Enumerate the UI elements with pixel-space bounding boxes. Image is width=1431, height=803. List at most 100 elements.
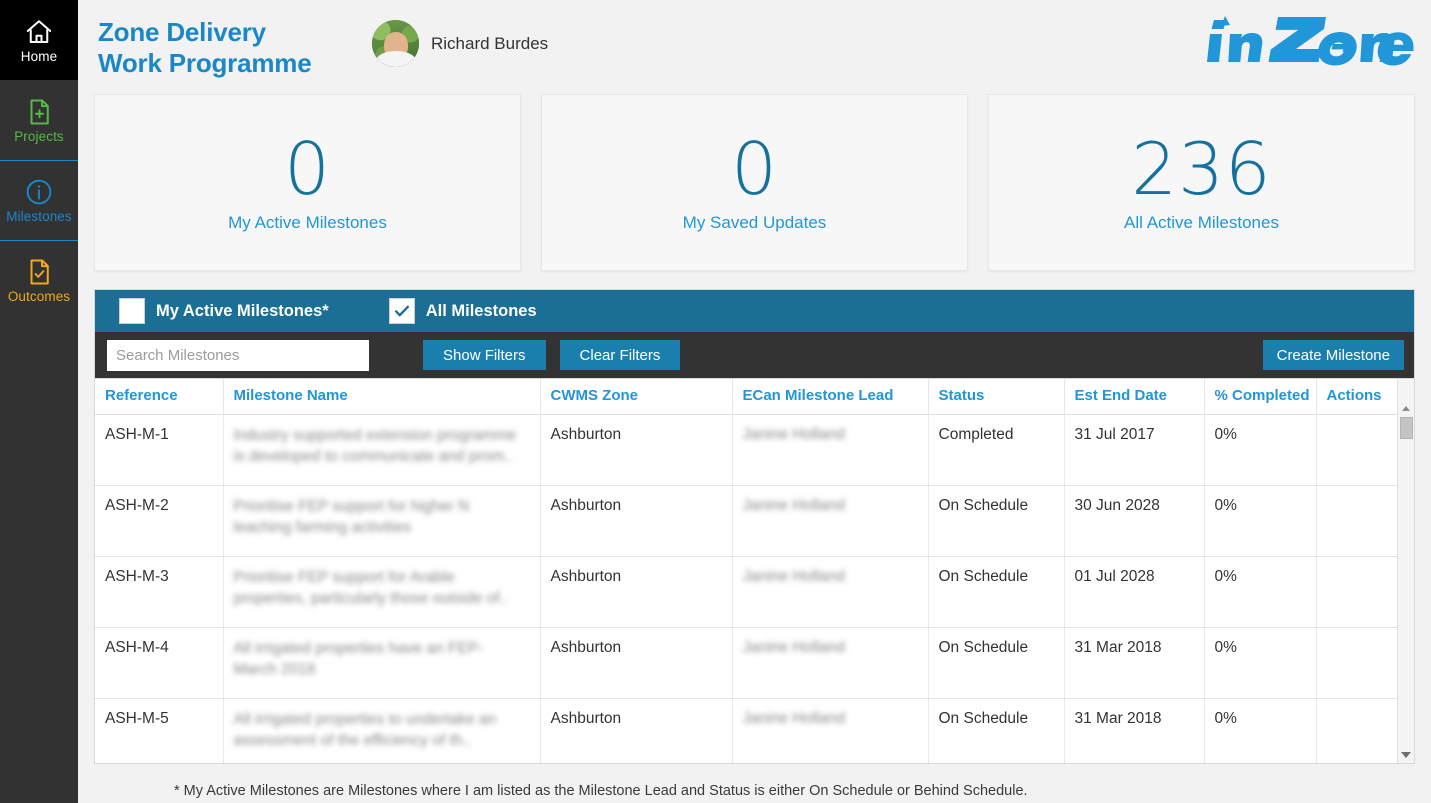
cell-est-end-date: 31 Jul 2017: [1064, 414, 1205, 486]
cell-status: On Schedule: [928, 698, 1065, 763]
cell-ecan-milestone-lead: Janine Holland: [732, 627, 929, 699]
inzone-logo: [1200, 12, 1415, 74]
cell-status: Completed: [928, 414, 1065, 486]
search-input[interactable]: [107, 339, 369, 371]
cell-reference: ASH-M-1: [95, 414, 224, 486]
scroll-up-arrow-icon[interactable]: [1398, 401, 1414, 416]
all-milestones-checkbox[interactable]: [388, 298, 415, 324]
cell-percent-completed: 0%: [1204, 556, 1317, 628]
stat-cards: 0 My Active Milestones 0 My Saved Update…: [78, 94, 1431, 271]
info-circle-icon: [24, 177, 54, 207]
cell-cwms-zone: Ashburton: [540, 414, 733, 486]
filter-action-bar: Show Filters Clear Filters Create Milest…: [95, 332, 1414, 378]
user-name: Richard Burdes: [431, 33, 549, 53]
cell-percent-completed: 0%: [1204, 698, 1317, 763]
cell-milestone-name: All irrigated properties to undertake an…: [223, 698, 541, 763]
stat-label: My Saved Updates: [682, 212, 827, 232]
my-active-milestones-checkbox[interactable]: [119, 298, 145, 324]
stat-value: 0: [284, 126, 331, 211]
sidebar-item-home[interactable]: Home: [0, 0, 78, 80]
milestones-panel: My Active Milestones* All Milestones Sho…: [94, 289, 1415, 764]
stat-card-my-active-milestones[interactable]: 0 My Active Milestones: [94, 94, 521, 271]
filter-my-active-milestones[interactable]: My Active Milestones*: [119, 298, 329, 324]
sidebar-item-label-projects: Projects: [14, 128, 64, 144]
cell-ecan-milestone-lead: Janine Holland: [732, 698, 929, 763]
column-header-reference[interactable]: Reference: [95, 379, 224, 415]
app-root: Home Projects Milestones Outcomes Zone D…: [0, 0, 1431, 803]
cell-ecan-milestone-lead: Janine Holland: [732, 556, 929, 628]
cell-cwms-zone: Ashburton: [540, 698, 733, 763]
sidebar-item-milestones[interactable]: Milestones: [0, 160, 78, 240]
my-active-milestones-label: My Active Milestones*: [156, 301, 329, 320]
footnote: * My Active Milestones are Milestones wh…: [174, 783, 1028, 799]
cell-est-end-date: 31 Mar 2018: [1064, 698, 1205, 763]
stat-card-my-saved-updates[interactable]: 0 My Saved Updates: [541, 94, 968, 271]
cell-ecan-milestone-lead: Janine Holland: [732, 414, 929, 486]
avatar: [372, 20, 419, 67]
table-header: Reference Milestone Name CWMS Zone ECan …: [95, 379, 1414, 415]
table-row[interactable]: ASH-M-5 All irrigated properties to unde…: [95, 698, 1414, 763]
column-header-percent-completed[interactable]: % Completed: [1204, 379, 1317, 415]
cell-milestone-name: Prioritise FEP support for Arable proper…: [223, 556, 541, 628]
show-filters-button[interactable]: Show Filters: [423, 340, 546, 370]
document-plus-icon: [24, 97, 54, 127]
cell-reference: ASH-M-4: [95, 627, 224, 699]
milestones-table: Reference Milestone Name CWMS Zone ECan …: [95, 379, 1414, 763]
cell-milestone-name: Industry supported extension programme i…: [223, 414, 541, 486]
page-title: Zone Delivery Work Programme: [98, 10, 358, 78]
table-vertical-scrollbar[interactable]: [1397, 379, 1414, 763]
stat-value: 236: [1131, 126, 1272, 211]
cell-est-end-date: 01 Jul 2028: [1064, 556, 1205, 628]
table-body: ASH-M-1 Industry supported extension pro…: [95, 414, 1414, 763]
sidebar-item-projects[interactable]: Projects: [0, 80, 78, 160]
column-header-est-end-date[interactable]: Est End Date: [1064, 379, 1205, 415]
scrollbar-thumb[interactable]: [1400, 417, 1413, 439]
cell-status: On Schedule: [928, 485, 1065, 557]
cell-cwms-zone: Ashburton: [540, 556, 733, 628]
cell-milestone-name: Prioritise FEP support for higher N leac…: [223, 485, 541, 557]
column-header-cwms-zone[interactable]: CWMS Zone: [540, 379, 733, 415]
cell-reference: ASH-M-3: [95, 556, 224, 628]
cell-cwms-zone: Ashburton: [540, 627, 733, 699]
page-header: Zone Delivery Work Programme Richard Bur…: [78, 0, 1431, 92]
cell-status: On Schedule: [928, 556, 1065, 628]
stat-label: All Active Milestones: [1124, 212, 1279, 232]
cell-status: On Schedule: [928, 627, 1065, 699]
sidebar-item-label-milestones: Milestones: [6, 208, 72, 224]
sidebar-item-label-home: Home: [20, 48, 58, 64]
table-row[interactable]: ASH-M-2 Prioritise FEP support for highe…: [95, 485, 1414, 557]
clear-filters-button[interactable]: Clear Filters: [559, 340, 681, 370]
table-row[interactable]: ASH-M-4 All irrigated properties have an…: [95, 627, 1414, 699]
page-title-line2: Work Programme: [98, 47, 312, 78]
column-header-status[interactable]: Status: [928, 379, 1065, 415]
cell-est-end-date: 30 Jun 2028: [1064, 485, 1205, 557]
filter-all-milestones[interactable]: All Milestones: [388, 298, 537, 324]
cell-percent-completed: 0%: [1204, 414, 1317, 486]
sidebar-item-label-outcomes: Outcomes: [7, 288, 71, 304]
milestones-table-container: Reference Milestone Name CWMS Zone ECan …: [95, 378, 1414, 763]
cell-ecan-milestone-lead: Janine Holland: [732, 485, 929, 557]
cell-est-end-date: 31 Mar 2018: [1064, 627, 1205, 699]
column-header-ecan-milestone-lead[interactable]: ECan Milestone Lead: [732, 379, 929, 415]
cell-reference: ASH-M-2: [95, 485, 224, 557]
cell-reference: ASH-M-5: [95, 698, 224, 763]
cell-cwms-zone: Ashburton: [540, 485, 733, 557]
cell-percent-completed: 0%: [1204, 627, 1317, 699]
main-content: Zone Delivery Work Programme Richard Bur…: [78, 0, 1431, 803]
page-title-line1: Zone Delivery: [98, 17, 266, 47]
sidebar: Home Projects Milestones Outcomes: [0, 0, 78, 803]
document-check-icon: [24, 257, 54, 287]
scroll-down-arrow-icon[interactable]: [1398, 747, 1414, 762]
stat-value: 0: [731, 126, 778, 211]
table-header-row: Reference Milestone Name CWMS Zone ECan …: [95, 379, 1414, 415]
table-row[interactable]: ASH-M-1 Industry supported extension pro…: [95, 414, 1414, 486]
sidebar-item-outcomes[interactable]: Outcomes: [0, 240, 78, 320]
create-milestone-button[interactable]: Create Milestone: [1262, 340, 1404, 370]
cell-percent-completed: 0%: [1204, 485, 1317, 557]
table-row[interactable]: ASH-M-3 Prioritise FEP support for Arabl…: [95, 556, 1414, 628]
all-milestones-label: All Milestones: [425, 301, 537, 320]
column-header-milestone-name[interactable]: Milestone Name: [223, 379, 541, 415]
user-block[interactable]: Richard Burdes: [372, 10, 548, 67]
filter-toggle-bar: My Active Milestones* All Milestones: [95, 290, 1414, 332]
stat-card-all-active-milestones[interactable]: 236 All Active Milestones: [988, 94, 1415, 271]
